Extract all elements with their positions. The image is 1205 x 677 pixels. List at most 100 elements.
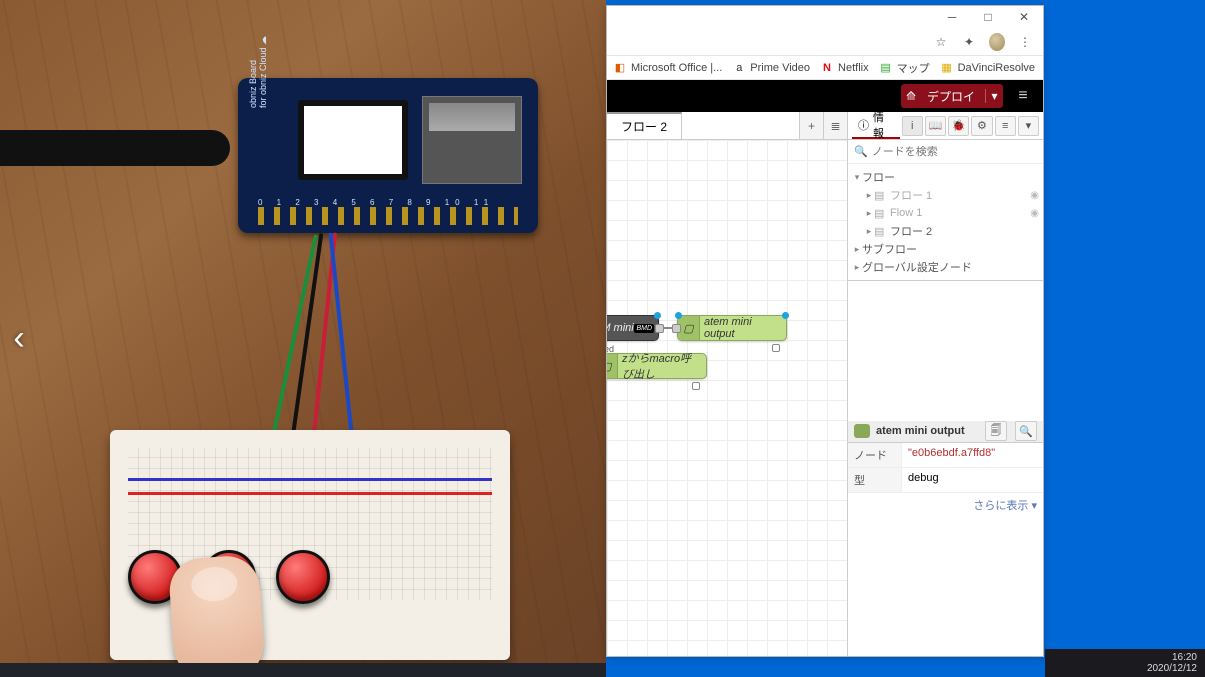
window-titlebar[interactable]: ─ □ ✕ [607, 6, 1043, 28]
info-key: 型 [848, 468, 902, 492]
visibility-icon[interactable]: ◉ [1030, 190, 1039, 201]
deploy-button[interactable]: ⟰ デプロイ ▾ [901, 84, 1003, 108]
tree-label: フロー 1 [890, 187, 932, 203]
info-show-more[interactable]: さらに表示 ▾ [848, 493, 1043, 517]
node-macro-call[interactable]: ▢ zからmacro呼び出し [607, 353, 707, 379]
tree-label: グローバル設定ノード [862, 259, 972, 275]
node-changed-icon [782, 312, 789, 319]
node-atem-mini[interactable]: EM mini BMD ected [607, 315, 659, 341]
tree-label: フロー [862, 169, 895, 185]
window-maximize-button[interactable]: □ [971, 7, 1005, 27]
profile-avatar[interactable] [989, 34, 1005, 50]
info-selected-header: atem mini output 🗐 🔍 [848, 421, 1043, 443]
browser-menu-icon[interactable]: ⋮ [1017, 34, 1033, 50]
bookmark-microsoft-office[interactable]: ◧Microsoft Office |... [613, 61, 722, 75]
deploy-label: デプロイ [921, 88, 985, 105]
info-panel: atem mini output 🗐 🔍 ノード "e0b6ebdf.a7ffd… [848, 281, 1043, 656]
info-row-node: ノード "e0b6ebdf.a7ffd8" [848, 443, 1043, 468]
bookmark-netflix[interactable]: NNetflix [820, 61, 869, 75]
sidebar-search-input[interactable] [872, 146, 1037, 158]
video-bottom-bar [0, 663, 606, 677]
info-row-type: 型 debug [848, 468, 1043, 493]
node-label: atem mini output [704, 316, 776, 340]
sidebar-search[interactable]: 🔍 [848, 140, 1043, 164]
hardware-photo: ‹ obniz Board for obniz Cloud ☁ 0 1 2 3 … [0, 0, 606, 677]
extensions-icon[interactable]: ✦ [961, 34, 977, 50]
sidebar-tabs: ⓘ 情報 i 📖 🐞 ⚙ ≡ ▾ [848, 112, 1043, 140]
pin-header [258, 207, 518, 225]
node-output-port[interactable] [655, 324, 664, 333]
outline-tree: ▾フロー ▸▤フロー 1◉ ▸▤Flow 1◉ ▸▤フロー 2 ▸サブフロー ▸… [848, 164, 1043, 281]
bookmark-davinci[interactable]: ▦DaVinciResolve [940, 61, 1035, 75]
search-icon: 🔍 [854, 145, 868, 158]
node-status-toggle[interactable] [692, 382, 700, 390]
bookmarks-bar: ◧Microsoft Office |... aPrime Video NNet… [607, 56, 1043, 80]
node-changed-icon [675, 312, 682, 319]
bookmark-label: Prime Video [750, 62, 810, 74]
tree-subflows[interactable]: ▸サブフロー [848, 240, 1043, 258]
info-type-value: debug [902, 468, 1043, 492]
tree-flow1-en[interactable]: ▸▤Flow 1◉ [848, 204, 1043, 222]
windows-desktop: ─ □ ✕ ☆ ✦ ⋮ ◧Microsoft Office |... aPrim… [606, 0, 1205, 677]
tree-flow2[interactable]: ▸▤フロー 2 [848, 222, 1043, 240]
push-button-3[interactable] [276, 550, 330, 604]
bookmark-star-icon[interactable]: ☆ [933, 34, 949, 50]
finger [168, 554, 267, 677]
breadboard [110, 430, 510, 660]
tree-global-config[interactable]: ▸グローバル設定ノード [848, 258, 1043, 276]
flow-list-button[interactable]: ≣ [823, 112, 847, 139]
flow-tab-active[interactable]: フロー 2 [607, 112, 682, 139]
bookmark-prime-video[interactable]: aPrime Video [732, 61, 810, 75]
nodered-menu-button[interactable]: ≡ [1011, 87, 1035, 105]
bookmark-label: Microsoft Office |... [631, 62, 722, 74]
flow-canvas[interactable]: EM mini BMD ected ▢ atem mini output [607, 140, 847, 656]
sidebar-tab-info[interactable]: ⓘ 情報 [852, 112, 900, 139]
systray-time: 16:20 [1147, 652, 1197, 663]
obniz-board: obniz Board for obniz Cloud ☁ 0 1 2 3 4 … [238, 78, 538, 233]
windows-systray[interactable]: 16:20 2020/12/12 [1045, 649, 1205, 677]
systray-clock[interactable]: 16:20 2020/12/12 [1147, 652, 1197, 674]
esp32-module [422, 96, 522, 184]
window-minimize-button[interactable]: ─ [935, 7, 969, 27]
info-search-button[interactable]: 🔍 [1015, 421, 1037, 441]
pin-numbers: 0 1 2 3 4 5 6 7 8 9 10 11 [258, 198, 518, 207]
sidebar-btn-context[interactable]: ≡ [995, 116, 1016, 136]
tree-label: Flow 1 [890, 207, 922, 219]
bookmark-maps[interactable]: ▤マップ [879, 60, 930, 76]
sidebar-btn-help[interactable]: 📖 [925, 116, 946, 136]
tree-flows[interactable]: ▾フロー [848, 168, 1043, 186]
deploy-icon: ⟰ [901, 89, 921, 103]
node-atem-output[interactable]: ▢ atem mini output [677, 315, 787, 341]
window-close-button[interactable]: ✕ [1007, 7, 1041, 27]
deploy-dropdown-icon[interactable]: ▾ [985, 89, 1003, 103]
add-flow-button[interactable]: + [799, 112, 823, 139]
node-type-icon [854, 424, 870, 438]
info-copy-button[interactable]: 🗐 [985, 421, 1007, 441]
sidebar-btn-info[interactable]: i [902, 116, 923, 136]
nodered-header: ⟰ デプロイ ▾ ≡ [607, 80, 1043, 112]
sidebar-btn-config[interactable]: ⚙ [971, 116, 992, 136]
browser-window: ─ □ ✕ ☆ ✦ ⋮ ◧Microsoft Office |... aPrim… [606, 5, 1044, 657]
nodered-sidebar: ⓘ 情報 i 📖 🐞 ⚙ ≡ ▾ 🔍 ▾フロー [848, 112, 1043, 656]
tree-label: フロー 2 [890, 223, 932, 239]
systray-date: 2020/12/12 [1147, 663, 1197, 674]
node-input-port[interactable] [672, 324, 681, 333]
board-name: obniz Board [248, 60, 258, 108]
gallery-prev-arrow[interactable]: ‹ [6, 319, 32, 359]
info-icon: ⓘ [858, 117, 869, 133]
usb-cable [0, 130, 230, 166]
bookmark-label: DaVinciResolve [958, 62, 1035, 74]
flow-tabstrip: フロー 2 + ≣ [607, 112, 847, 140]
tree-label: サブフロー [862, 241, 917, 257]
board-subtitle: for obniz Cloud ☁ [258, 36, 268, 108]
node-status-toggle[interactable] [772, 344, 780, 352]
tree-flow1-ja[interactable]: ▸▤フロー 1◉ [848, 186, 1043, 204]
visibility-icon[interactable]: ◉ [1030, 208, 1039, 219]
sidebar-btn-more[interactable]: ▾ [1018, 116, 1039, 136]
info-node-id[interactable]: "e0b6ebdf.a7ffd8" [902, 443, 1043, 467]
bmd-badge: BMD [634, 324, 654, 333]
bookmark-label: Netflix [838, 62, 869, 74]
sidebar-btn-debug[interactable]: 🐞 [948, 116, 969, 136]
board-display [298, 100, 408, 180]
info-node-title: atem mini output [876, 425, 965, 437]
